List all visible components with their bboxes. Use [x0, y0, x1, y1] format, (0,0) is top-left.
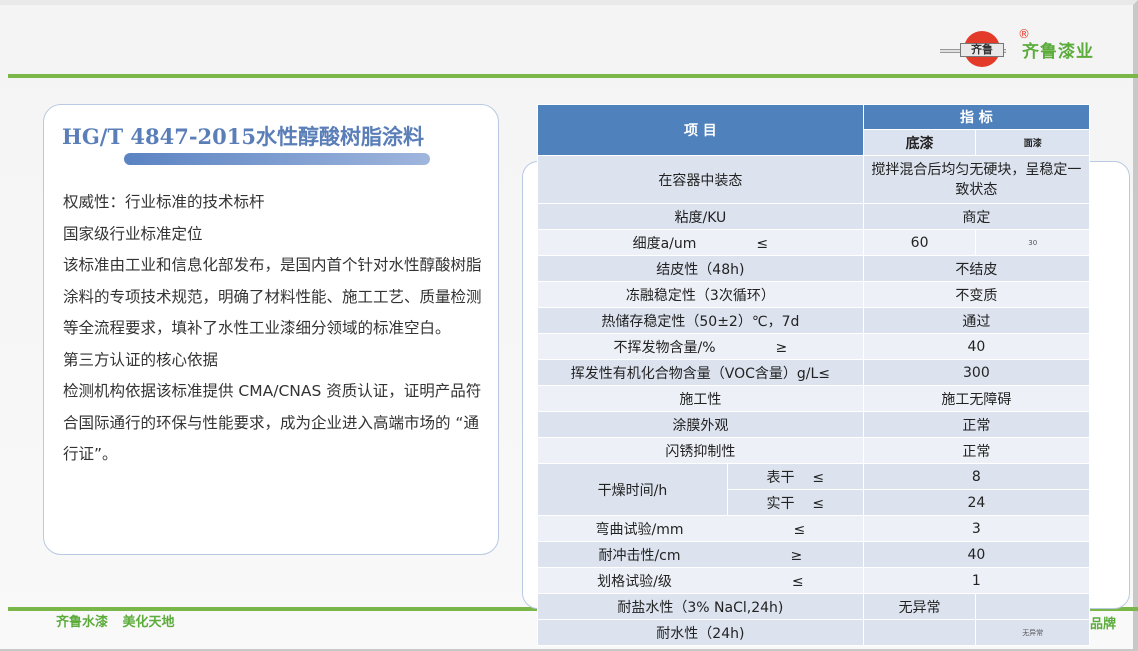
company-logo: 齐鲁 ® 齐鲁漆业 — [940, 27, 1130, 71]
logo-mark: 齐鲁 — [971, 43, 993, 56]
row-item: 结皮性（48h) — [537, 255, 864, 282]
table-row: 热储存稳定性（50±2）℃，7d 通过 — [537, 307, 1091, 334]
row-value: 正常 — [862, 437, 1091, 464]
description-body: 权威性：行业标准的技术标杆 国家级行业标准定位 该标准由工业和信息化部发布，是国… — [63, 187, 483, 471]
table-row: 弯曲试验/mm ≤ 3 — [537, 515, 1091, 542]
operator: ≤ — [793, 521, 806, 538]
row-item: 施工性 — [537, 385, 864, 412]
operator: ≤ — [756, 235, 769, 252]
row-value: 300 — [862, 359, 1091, 386]
paragraph: 权威性：行业标准的技术标杆 — [63, 193, 265, 211]
operator: ≥ — [790, 547, 803, 564]
top-green-rule — [8, 74, 1138, 78]
standard-title: HG/T 4847-2015水性醇酸树脂涂料 — [62, 124, 424, 149]
row-item: 涂膜外观 — [537, 411, 864, 438]
header-topcoat: 面漆 — [975, 129, 1090, 156]
footer-right-text: 品牌 — [1090, 617, 1117, 632]
table-row: 在容器中装态 搅拌混合后均匀无硬块，呈稳定一致状态 — [537, 155, 1091, 204]
table-row: 涂膜外观 正常 — [537, 411, 1091, 438]
table-row: 耐盐水性（3% NaCl,24h) 无异常 — [537, 593, 1090, 620]
row-primer-value: 60 — [862, 229, 977, 256]
header-item: 项 目 — [537, 104, 864, 156]
row-value: 商定 — [862, 203, 1091, 230]
table-row: 干燥时间/h 表干 ≤ 8 — [537, 463, 1091, 516]
row-value: 正常 — [862, 411, 1091, 438]
row-item: 耐冲击性/cm ≥ — [537, 541, 864, 568]
row-primer-value: 无异常 — [862, 593, 977, 620]
table-row: 冻融稳定性（3次循环） 不变质 — [537, 281, 1091, 308]
row-value: 1 — [862, 567, 1091, 594]
row-value: 搅拌混合后均匀无硬块，呈稳定一致状态 — [862, 155, 1091, 204]
slogan-part-b: 美化天地 — [122, 615, 175, 630]
slide: 齐鲁 ® 齐鲁漆业 齐鲁水漆 美化天地 品牌 HG/T 4847-2015水性醇… — [0, 0, 1138, 651]
row-value: 施工无障碍 — [862, 385, 1091, 412]
table-row: 挥发性有机化合物含量（VOC含量）g/L≤ 300 — [537, 359, 1091, 386]
row-topcoat-value: 30 — [975, 229, 1090, 256]
operator: ≥ — [775, 339, 788, 356]
row-item: 在容器中装态 — [537, 155, 864, 204]
table-row: 结皮性（48h) 不结皮 — [537, 255, 1091, 282]
paragraph: 检测机构依据该标准提供 CMA/CNAS 资质认证，证明产品符合国际通行的环保与… — [63, 382, 482, 463]
row-item: 细度a/um ≤ — [537, 229, 864, 256]
row-item: 闪锈抑制性 — [537, 437, 864, 464]
row-item: 热储存稳定性（50±2）℃，7d — [537, 307, 864, 334]
row-value: 8 — [862, 463, 1091, 490]
table-row: 划格试验/级 ≤ 1 — [537, 567, 1091, 594]
table-row: 不挥发物含量/% ≥ 40 — [537, 333, 1091, 360]
row-topcoat-value: 无异常 — [975, 619, 1090, 646]
paragraph: 该标准由工业和信息化部发布，是国内首个针对水性醇酸树脂涂料的专项技术规范，明确了… — [63, 256, 482, 337]
row-value: 40 — [862, 333, 1091, 360]
specification-table: 项 目 指 标 底漆 面漆 在容器中装态 搅拌混合后均匀无硬块，呈稳定一致状态 … — [537, 104, 1091, 646]
row-subitem: 实干 ≤ — [726, 489, 864, 516]
row-item: 挥发性有机化合物含量（VOC含量）g/L≤ — [537, 359, 864, 386]
header-primer: 底漆 — [862, 129, 977, 156]
row-item: 冻融稳定性（3次循环） — [537, 281, 864, 308]
header-index: 指 标 — [862, 104, 1091, 130]
row-item: 划格试验/级 ≤ — [537, 567, 864, 594]
row-item: 干燥时间/h — [537, 463, 728, 516]
table-row: 耐冲击性/cm ≥ 40 — [537, 541, 1091, 568]
row-item: 耐盐水性（3% NaCl,24h) — [537, 593, 864, 620]
row-item: 不挥发物含量/% ≥ — [537, 333, 864, 360]
row-value: 40 — [862, 541, 1091, 568]
operator: ≤ — [812, 495, 825, 512]
table-row: 耐水性（24h) 无异常 — [537, 619, 1090, 646]
title-underline-bar — [124, 153, 430, 165]
row-value: 24 — [862, 489, 1091, 516]
row-value: 不变质 — [862, 281, 1091, 308]
table-row: 粘度/KU 商定 — [537, 203, 1091, 230]
row-topcoat-value — [975, 593, 1090, 620]
footer-slogan: 齐鲁水漆 美化天地 — [56, 611, 175, 630]
paragraph: 国家级行业标准定位 — [63, 224, 203, 243]
operator: ≤ — [791, 573, 804, 590]
row-value: 3 — [862, 515, 1091, 542]
row-item: 弯曲试验/mm ≤ — [537, 515, 864, 542]
table-row: 施工性 施工无障碍 — [537, 385, 1091, 412]
row-item: 耐水性（24h) — [537, 619, 864, 646]
table-row: 闪锈抑制性 正常 — [537, 437, 1091, 464]
row-value: 不结皮 — [862, 255, 1091, 282]
row-subitem: 表干 ≤ — [726, 463, 864, 490]
row-primer-value — [862, 619, 977, 646]
table-row: 细度a/um ≤ 60 30 — [537, 229, 1090, 256]
logo-name: 齐鲁漆业 — [1022, 42, 1094, 62]
slogan-part-a: 齐鲁水漆 — [56, 615, 109, 630]
operator: ≤ — [812, 469, 825, 486]
standard-description-card: HG/T 4847-2015水性醇酸树脂涂料 权威性：行业标准的技术标杆 国家级… — [43, 104, 499, 555]
paragraph: 第三方认证的核心依据 — [63, 350, 219, 369]
row-value: 通过 — [862, 307, 1091, 334]
row-item: 粘度/KU — [537, 203, 864, 230]
